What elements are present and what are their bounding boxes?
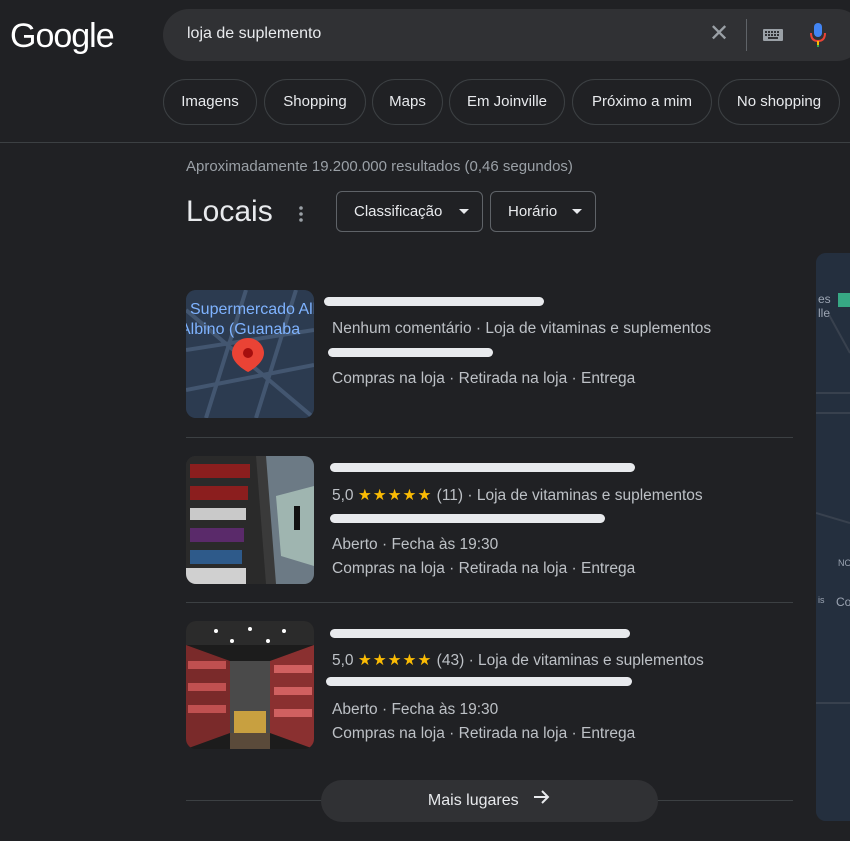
- search-box[interactable]: loja de suplemento ✕: [163, 9, 850, 61]
- result-divider: [186, 437, 793, 438]
- more-places-label: Mais lugares: [427, 792, 519, 810]
- more-places-button[interactable]: Mais lugares: [321, 780, 658, 822]
- redacted-name: [324, 297, 544, 306]
- category: · Loja de vitaminas e suplementos: [467, 487, 703, 504]
- more-vert-icon[interactable]: [296, 203, 306, 225]
- result-stats: Aproximadamente 19.200.000 resultados (0…: [186, 158, 573, 175]
- chevron-down-icon: [459, 209, 469, 214]
- filter-classificacao-label: Classificação: [354, 203, 443, 220]
- filter-horario-label: Horário: [508, 203, 558, 220]
- map-thumbnail[interactable]: Supermercado Albino (Guanabara) Albino (…: [186, 290, 314, 418]
- place-result[interactable]: 5,0 ★★★★★ (11) · Loja de vitaminas e sup…: [186, 456, 793, 586]
- star-rating-icon: ★★★★★: [357, 487, 433, 504]
- services-line: Compras na loja · Retirada na loja · Ent…: [332, 560, 636, 577]
- map-label: Supermercado Albino (Guanabara): [190, 301, 314, 318]
- rating-line: 5,0 ★★★★★ (43) · Loja de vitaminas e sup…: [332, 651, 704, 670]
- redacted-address: [328, 348, 493, 357]
- review-count[interactable]: (11): [437, 487, 463, 504]
- redacted-address: [330, 514, 605, 523]
- services-line: Compras na loja · Retirada na loja · Ent…: [332, 370, 636, 387]
- status-line: Aberto · Fecha às 19:30: [332, 701, 499, 718]
- search-input[interactable]: loja de suplemento: [187, 25, 321, 43]
- store-photo[interactable]: [186, 621, 314, 749]
- svg-text:lle: lle: [818, 306, 830, 320]
- mic-icon[interactable]: [809, 22, 827, 48]
- store-photo[interactable]: [186, 456, 314, 584]
- chip-em-joinville[interactable]: Em Joinville: [449, 79, 565, 125]
- place-result[interactable]: Supermercado Albino (Guanabara) Albino (…: [186, 290, 793, 420]
- redacted-name: [330, 629, 630, 638]
- locals-title: Locais: [186, 195, 273, 228]
- result-divider: [186, 602, 793, 603]
- filter-classificacao[interactable]: Classificação: [336, 191, 483, 232]
- svg-text:NO: NO: [838, 558, 850, 568]
- chip-imagens[interactable]: Imagens: [163, 79, 257, 125]
- chip-no-shopping[interactable]: No shopping: [718, 79, 840, 125]
- chevron-down-icon: [572, 209, 582, 214]
- map-panel[interactable]: es lle NO is Co: [816, 253, 850, 821]
- rating-value: 5,0: [332, 487, 354, 504]
- svg-text:Albino (Guanaba: Albino (Guanaba: [186, 321, 300, 338]
- chip-maps[interactable]: Maps: [372, 79, 443, 125]
- svg-text:es: es: [818, 292, 831, 306]
- redacted-address: [326, 677, 632, 686]
- place-result[interactable]: 5,0 ★★★★★ (43) · Loja de vitaminas e sup…: [186, 621, 793, 751]
- header-divider: [0, 142, 850, 143]
- svg-text:Co: Co: [836, 595, 850, 609]
- google-logo[interactable]: Google: [10, 17, 115, 56]
- review-count[interactable]: (43): [437, 652, 465, 669]
- chip-shopping[interactable]: Shopping: [264, 79, 366, 125]
- search-divider: [746, 19, 747, 51]
- star-rating-icon: ★★★★★: [357, 652, 433, 669]
- arrow-right-icon: [533, 780, 551, 822]
- rating-line: 5,0 ★★★★★ (11) · Loja de vitaminas e sup…: [332, 486, 703, 505]
- keyboard-icon[interactable]: [762, 27, 784, 43]
- chip-proximo-a-mim[interactable]: Próximo a mim: [572, 79, 712, 125]
- services-line: Compras na loja · Retirada na loja · Ent…: [332, 725, 636, 742]
- close-icon[interactable]: ✕: [707, 22, 731, 47]
- svg-text:is: is: [818, 595, 825, 605]
- rating-value: 5,0: [332, 652, 354, 669]
- status-line: Aberto · Fecha às 19:30: [332, 536, 499, 553]
- rating-line: Nenhum comentário · Loja de vitaminas e …: [332, 320, 712, 337]
- category: · Loja de vitaminas e suplementos: [468, 652, 704, 669]
- filter-horario[interactable]: Horário: [490, 191, 596, 232]
- redacted-name: [330, 463, 635, 472]
